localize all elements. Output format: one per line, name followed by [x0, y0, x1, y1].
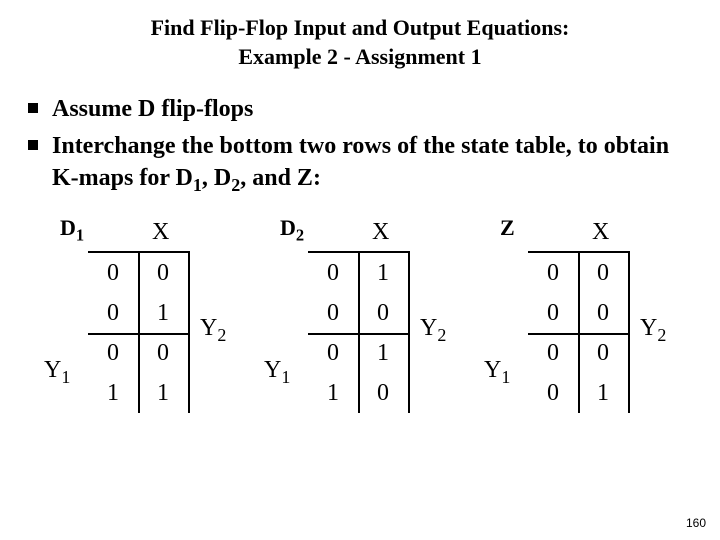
- bullet-text: Assume D flip-flops: [52, 93, 253, 125]
- kmap-cell: 0: [88, 253, 138, 293]
- kmap-label: D2: [280, 215, 304, 245]
- kmap-cell: 0: [308, 293, 358, 333]
- x-label: X: [152, 219, 169, 246]
- kmap-cell: 0: [528, 373, 578, 413]
- y2-label: Y2: [200, 315, 226, 346]
- kmap-cell: 1: [308, 373, 358, 413]
- d-label: D: [214, 165, 231, 191]
- kmap-cell: 0: [358, 293, 408, 333]
- kmap-cell: 1: [358, 253, 408, 293]
- x-label: X: [372, 219, 389, 246]
- bullet-item: Assume D flip-flops: [28, 93, 720, 125]
- kmap-cell: 0: [528, 253, 578, 293]
- bullet-text-main: Interchange the bottom two rows of the s…: [52, 133, 669, 191]
- kmap-cell: 1: [138, 373, 188, 413]
- bullet-list: Assume D flip-flops Interchange the bott…: [28, 93, 720, 197]
- kmap-cell: 0: [578, 253, 628, 293]
- kmap-cell: 0: [88, 333, 138, 373]
- y1-label: Y1: [484, 357, 510, 388]
- kmap-label: Z: [500, 215, 515, 241]
- kmap-cell: 0: [358, 373, 408, 413]
- kmap-grid: 01000110: [308, 251, 410, 413]
- y1-label: Y1: [264, 357, 290, 388]
- kmap-grid: 00000001: [528, 251, 630, 413]
- title-line2: Example 2 - Assignment 1: [238, 44, 481, 69]
- bullet-tail: , and Z:: [240, 165, 321, 191]
- kmap-cell: 0: [528, 293, 578, 333]
- x-label: X: [592, 219, 609, 246]
- page-number: 160: [686, 516, 706, 530]
- sub-2: 2: [231, 175, 240, 195]
- kmap-cell: 1: [358, 333, 408, 373]
- slide-title: Find Flip-Flop Input and Output Equation…: [0, 0, 720, 71]
- bullet-text: Interchange the bottom two rows of the s…: [52, 130, 692, 197]
- title-line1: Find Flip-Flop Input and Output Equation…: [151, 15, 570, 40]
- kmap-cell: 0: [138, 333, 188, 373]
- kmap-cell: 1: [88, 373, 138, 413]
- kmap-cell: 0: [308, 253, 358, 293]
- kmap-cell: 0: [578, 333, 628, 373]
- kmap-cell: 0: [88, 293, 138, 333]
- y2-label: Y2: [640, 315, 666, 346]
- sub-1: 1: [193, 175, 202, 195]
- bullet-icon: [28, 103, 38, 113]
- kmap-label: D1: [60, 215, 84, 245]
- bullet-icon: [28, 140, 38, 150]
- kmap-cell: 1: [138, 293, 188, 333]
- kmap-cell: 0: [138, 253, 188, 293]
- kmap-cell: 0: [308, 333, 358, 373]
- kmap-grid: 00010011: [88, 251, 190, 413]
- kmap-cell: 0: [528, 333, 578, 373]
- y1-label: Y1: [44, 357, 70, 388]
- y2-label: Y2: [420, 315, 446, 346]
- bullet-item: Interchange the bottom two rows of the s…: [28, 130, 720, 197]
- kmap-cell: 1: [578, 373, 628, 413]
- kmap-cell: 0: [578, 293, 628, 333]
